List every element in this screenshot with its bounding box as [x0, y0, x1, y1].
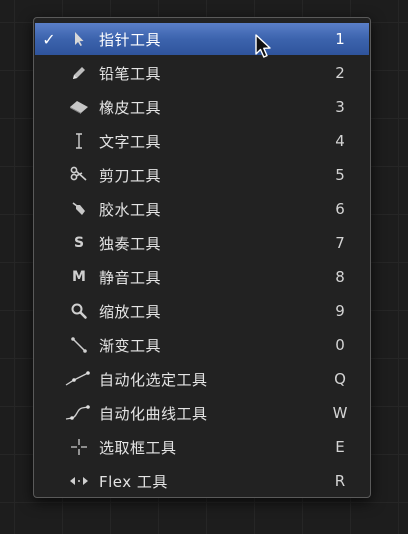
flex-icon: [69, 471, 89, 491]
menu-item-label: 独奏工具: [99, 234, 162, 253]
glue-icon: [69, 199, 89, 219]
solo-icon: S: [69, 233, 89, 253]
menu-item-shortcut: W: [332, 404, 348, 422]
menu-item-shortcut: R: [334, 472, 346, 490]
menu-item-pencil-tool[interactable]: 铅笔工具 2: [35, 57, 369, 89]
automation-select-icon: [63, 369, 91, 389]
automation-curve-icon: [63, 403, 91, 423]
menu-item-label: 缩放工具: [99, 302, 162, 321]
menu-item-glue-tool[interactable]: 胶水工具 6: [35, 193, 369, 225]
menu-item-label: 渐变工具: [99, 336, 162, 355]
menu-item-pointer-tool[interactable]: ✓ 指针工具 1: [35, 23, 369, 55]
menu-item-shortcut: 7: [335, 234, 345, 252]
mouse-cursor-icon: [254, 34, 274, 64]
scissors-icon: [69, 165, 89, 185]
menu-item-mute-tool[interactable]: M 静音工具 8: [35, 261, 369, 293]
zoom-icon: [69, 301, 89, 321]
menu-item-flex-tool[interactable]: Flex 工具 R: [35, 465, 369, 497]
menu-item-label: 文字工具: [99, 132, 162, 151]
menu-item-label: 选取框工具: [99, 438, 177, 457]
eraser-icon: [69, 97, 89, 117]
menu-item-shortcut: Q: [334, 370, 346, 388]
menu-item-label: 静音工具: [99, 268, 162, 287]
menu-item-label: Flex 工具: [99, 472, 168, 491]
menu-item-shortcut: 2: [335, 64, 345, 82]
menu-item-shortcut: 5: [335, 166, 345, 184]
menu-item-shortcut: 8: [335, 268, 345, 286]
menu-item-label: 自动化选定工具: [99, 370, 208, 389]
menu-item-eraser-tool[interactable]: 橡皮工具 3: [35, 91, 369, 123]
fade-icon: [69, 335, 89, 355]
menu-item-shortcut: 0: [335, 336, 345, 354]
menu-item-label: 橡皮工具: [99, 98, 162, 117]
pointer-icon: [69, 29, 89, 49]
menu-item-shortcut: 4: [335, 132, 345, 150]
menu-item-text-tool[interactable]: 文字工具 4: [35, 125, 369, 157]
pencil-icon: [69, 63, 89, 83]
menu-item-shortcut: 1: [335, 30, 345, 48]
menu-item-zoom-tool[interactable]: 缩放工具 9: [35, 295, 369, 327]
menu-item-shortcut: 6: [335, 200, 345, 218]
menu-item-label: 铅笔工具: [99, 64, 162, 83]
text-cursor-icon: [69, 131, 89, 151]
checkmark-icon: ✓: [42, 29, 56, 49]
menu-item-shortcut: 9: [335, 302, 345, 320]
menu-item-label: 指针工具: [99, 30, 162, 49]
mute-glyph: M: [72, 269, 86, 285]
marquee-icon: [69, 437, 89, 457]
menu-item-shortcut: E: [335, 438, 345, 456]
solo-glyph: S: [73, 235, 85, 251]
menu-item-marquee-tool[interactable]: 选取框工具 E: [35, 431, 369, 463]
menu-item-fade-tool[interactable]: 渐变工具 0: [35, 329, 369, 361]
menu-item-automation-curve-tool[interactable]: 自动化曲线工具 W: [35, 397, 369, 429]
menu-item-label: 胶水工具: [99, 200, 162, 219]
tool-menu: ✓ 指针工具 1 铅笔工具 2 橡皮工具 3 文字工具 4 剪刀工具 5 胶水工…: [33, 17, 371, 498]
menu-item-solo-tool[interactable]: S 独奏工具 7: [35, 227, 369, 259]
menu-item-shortcut: 3: [335, 98, 345, 116]
menu-item-automation-select-tool[interactable]: 自动化选定工具 Q: [35, 363, 369, 395]
menu-item-label: 自动化曲线工具: [99, 404, 208, 423]
menu-item-label: 剪刀工具: [99, 166, 162, 185]
menu-item-scissors-tool[interactable]: 剪刀工具 5: [35, 159, 369, 191]
mute-icon: M: [69, 267, 89, 287]
